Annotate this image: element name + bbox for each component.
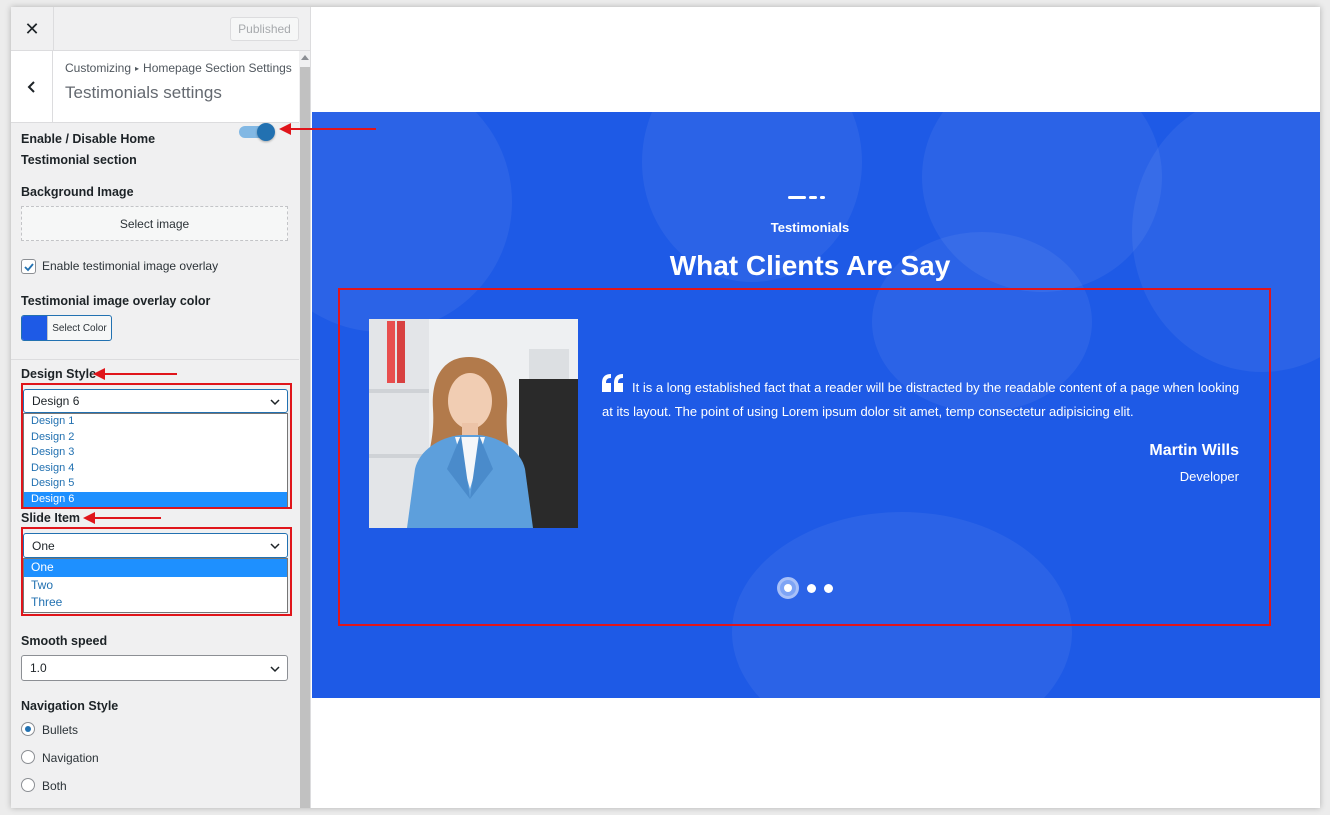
radio-navigation[interactable] bbox=[21, 750, 35, 764]
close-icon: ✕ bbox=[24, 18, 40, 39]
chevron-down-icon bbox=[270, 399, 280, 406]
slider-dot[interactable] bbox=[824, 583, 833, 593]
testimonial-preview: Testimonials What Clients Are Say It is … bbox=[312, 112, 1320, 698]
overlay-color-label: Testimonial image overlay color bbox=[21, 294, 211, 308]
radio-navigation-label: Navigation bbox=[42, 751, 99, 765]
section-subtitle: Testimonials bbox=[770, 220, 850, 235]
design-option[interactable]: Design 4 bbox=[24, 461, 287, 477]
color-swatch bbox=[22, 316, 48, 340]
breadcrumb-root: Customizing bbox=[65, 61, 132, 75]
background-photo-shape bbox=[1132, 112, 1320, 372]
slider-dots bbox=[777, 577, 833, 599]
design-style-selected: Design 6 bbox=[32, 394, 80, 408]
smooth-speed-select[interactable]: 1.0 bbox=[21, 655, 288, 681]
checkmark-icon bbox=[23, 262, 34, 271]
section-header: Customizing ▸ Homepage Section Settings Te… bbox=[11, 51, 299, 123]
testimonial-photo bbox=[369, 319, 578, 528]
close-button[interactable]: ✕ bbox=[11, 7, 54, 51]
slide-option[interactable]: Two bbox=[24, 577, 287, 595]
person-photo-icon bbox=[369, 319, 578, 528]
design-style-select[interactable]: Design 6 bbox=[23, 389, 288, 413]
customizer-window: ✕ Published Customizing ▸ Homepage Section… bbox=[11, 7, 1320, 808]
testimonial-role: Developer bbox=[1179, 469, 1239, 484]
toggle-knob bbox=[257, 123, 275, 141]
sidebar-scrollbar[interactable] bbox=[299, 51, 310, 808]
slider-dot[interactable] bbox=[807, 583, 816, 593]
design-option[interactable]: Design 2 bbox=[24, 430, 287, 446]
overlay-checkbox[interactable] bbox=[21, 259, 36, 274]
radio-bullets[interactable] bbox=[21, 722, 35, 736]
design-option[interactable]: Design 3 bbox=[24, 445, 287, 461]
divider bbox=[11, 359, 299, 360]
section-heading: What Clients Are Say bbox=[669, 250, 951, 281]
design-style-label: Design Style bbox=[21, 367, 97, 381]
testimonial-author: Martin Wills bbox=[1149, 442, 1239, 459]
scroll-up-icon[interactable] bbox=[301, 55, 309, 60]
smooth-speed-selected: 1.0 bbox=[30, 661, 47, 675]
back-button[interactable] bbox=[11, 51, 53, 123]
slide-item-listbox[interactable]: One Two Three bbox=[23, 558, 288, 613]
radio-both[interactable] bbox=[21, 778, 35, 792]
title-decoration bbox=[788, 196, 825, 200]
slide-item-label: Slide Item bbox=[21, 511, 81, 525]
select-image-button[interactable]: Select image bbox=[21, 206, 288, 241]
sidebar-topbar: ✕ Published bbox=[11, 7, 310, 51]
breadcrumb: Customizing ▸ Homepage Section Settings bbox=[65, 61, 292, 75]
scrollbar-thumb[interactable] bbox=[300, 67, 310, 808]
background-image-label: Background Image bbox=[21, 185, 134, 199]
chevron-down-icon bbox=[270, 666, 280, 673]
slide-item-selected: One bbox=[32, 538, 55, 553]
slide-option-selected[interactable]: One bbox=[24, 559, 287, 577]
radio-bullets-label: Bullets bbox=[42, 723, 79, 737]
design-option[interactable]: Design 5 bbox=[24, 476, 287, 492]
section-title: Testimonials settings bbox=[65, 83, 222, 102]
chevron-down-icon bbox=[270, 543, 280, 550]
published-button[interactable]: Published bbox=[230, 17, 299, 41]
testimonial-quote: It is a long established fact that a rea… bbox=[602, 380, 1240, 419]
overlay-color-picker[interactable]: Select Color bbox=[21, 315, 112, 341]
slide-option[interactable]: Three bbox=[24, 594, 287, 612]
radio-both-label: Both bbox=[42, 779, 67, 793]
chevron-left-icon bbox=[27, 81, 35, 93]
breadcrumb-separator-icon: ▸ bbox=[135, 64, 140, 73]
design-style-listbox[interactable]: Design 1 Design 2 Design 3 Design 4 Desi… bbox=[23, 413, 288, 508]
design-option[interactable]: Design 1 bbox=[24, 414, 287, 430]
design-option-selected[interactable]: Design 6 bbox=[24, 491, 287, 507]
slider-dot-active[interactable] bbox=[777, 577, 799, 599]
enable-testimonial-toggle[interactable] bbox=[239, 123, 275, 141]
smooth-speed-label: Smooth speed bbox=[21, 634, 108, 648]
breadcrumb-section: Homepage Section Settings bbox=[143, 61, 292, 75]
navigation-style-label: Navigation Style bbox=[21, 699, 119, 713]
enable-testimonial-label: Enable / Disable Home Testimonial sectio… bbox=[21, 132, 156, 167]
slide-item-select[interactable]: One bbox=[23, 533, 288, 558]
overlay-checkbox-label: Enable testimonial image overlay bbox=[42, 259, 219, 273]
background-photo-shape bbox=[732, 512, 1072, 698]
select-color-label: Select Color bbox=[52, 322, 107, 334]
customizer-sidebar: ✕ Published Customizing ▸ Homepage Section… bbox=[11, 7, 311, 808]
